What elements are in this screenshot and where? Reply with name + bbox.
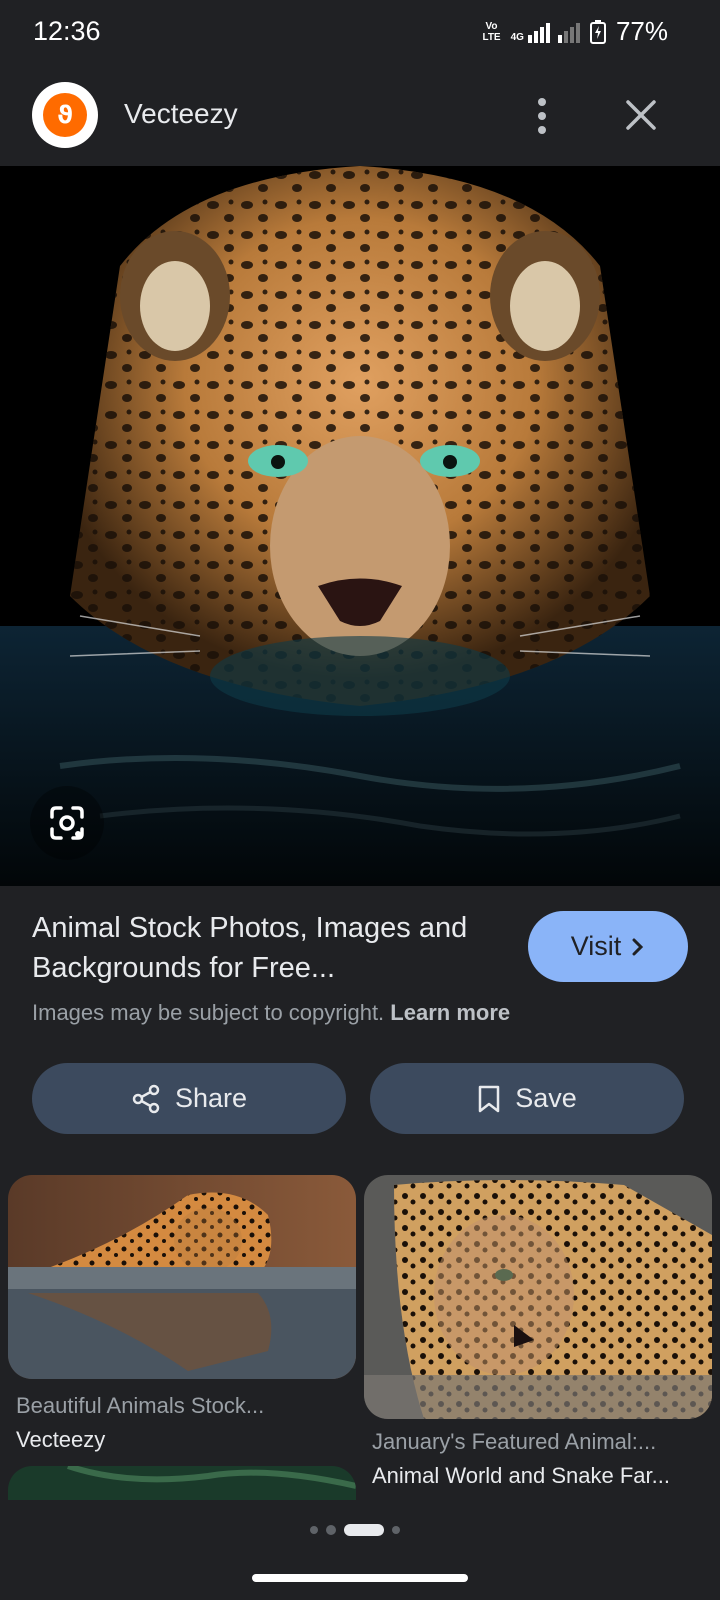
page-dot [326,1525,336,1535]
result-title[interactable]: Animal Stock Photos, Images and Backgrou… [32,908,492,988]
related-title: Beautiful Animals Stock... [16,1393,265,1418]
bookmark-icon [478,1085,500,1112]
related-card[interactable]: Beautiful Animals Stock... Vecteezy [8,1175,356,1453]
battery-icon [589,19,606,44]
main-image[interactable] [0,166,720,886]
related-source: Animal World and Snake Far... [372,1463,670,1488]
page-indicator [310,1524,400,1536]
page-dot [392,1526,400,1534]
lens-search-button[interactable] [30,786,104,860]
status-icons: Vo LTE 4G 77% [482,16,668,47]
page-dot-active [344,1524,384,1536]
related-image [8,1175,356,1379]
related-title: January's Featured Animal:... [372,1429,657,1454]
status-time: 12:36 [33,16,101,46]
visit-label: Visit [570,931,622,961]
share-icon [132,1084,160,1113]
status-bar: 12:36 Vo LTE 4G 77% [0,0,720,66]
related-card[interactable]: January's Featured Animal:... Animal Wor… [364,1175,712,1489]
network-type-icon: Vo LTE [482,20,501,43]
save-label: Save [515,1083,577,1113]
share-label: Share [174,1083,248,1113]
share-button[interactable]: Share [32,1063,346,1134]
home-indicator[interactable] [252,1574,468,1582]
more-vert-icon[interactable] [530,96,554,136]
close-icon[interactable] [624,98,658,132]
bottom-bar [0,1500,720,1600]
site-name[interactable]: Vecteezy [124,98,238,130]
jaguar-image [0,166,720,886]
viewer-header: ϑ Vecteezy [0,66,720,166]
chevron-right-icon [632,938,644,955]
signal-icon: 4G [511,21,580,43]
learn-more-link[interactable]: Learn more [390,1000,510,1025]
related-source: Vecteezy [16,1427,106,1452]
related-image [364,1175,712,1419]
lens-icon [50,806,84,840]
save-button[interactable]: Save [370,1063,684,1134]
related-image-partial[interactable] [8,1466,356,1500]
page-dot [310,1526,318,1534]
battery-percent: 77% [615,16,668,46]
visit-button[interactable]: Visit [528,911,688,982]
vecteezy-logo-icon[interactable]: ϑ [32,82,98,148]
copyright-notice: Images may be subject to copyright. Lear… [32,1000,511,1025]
